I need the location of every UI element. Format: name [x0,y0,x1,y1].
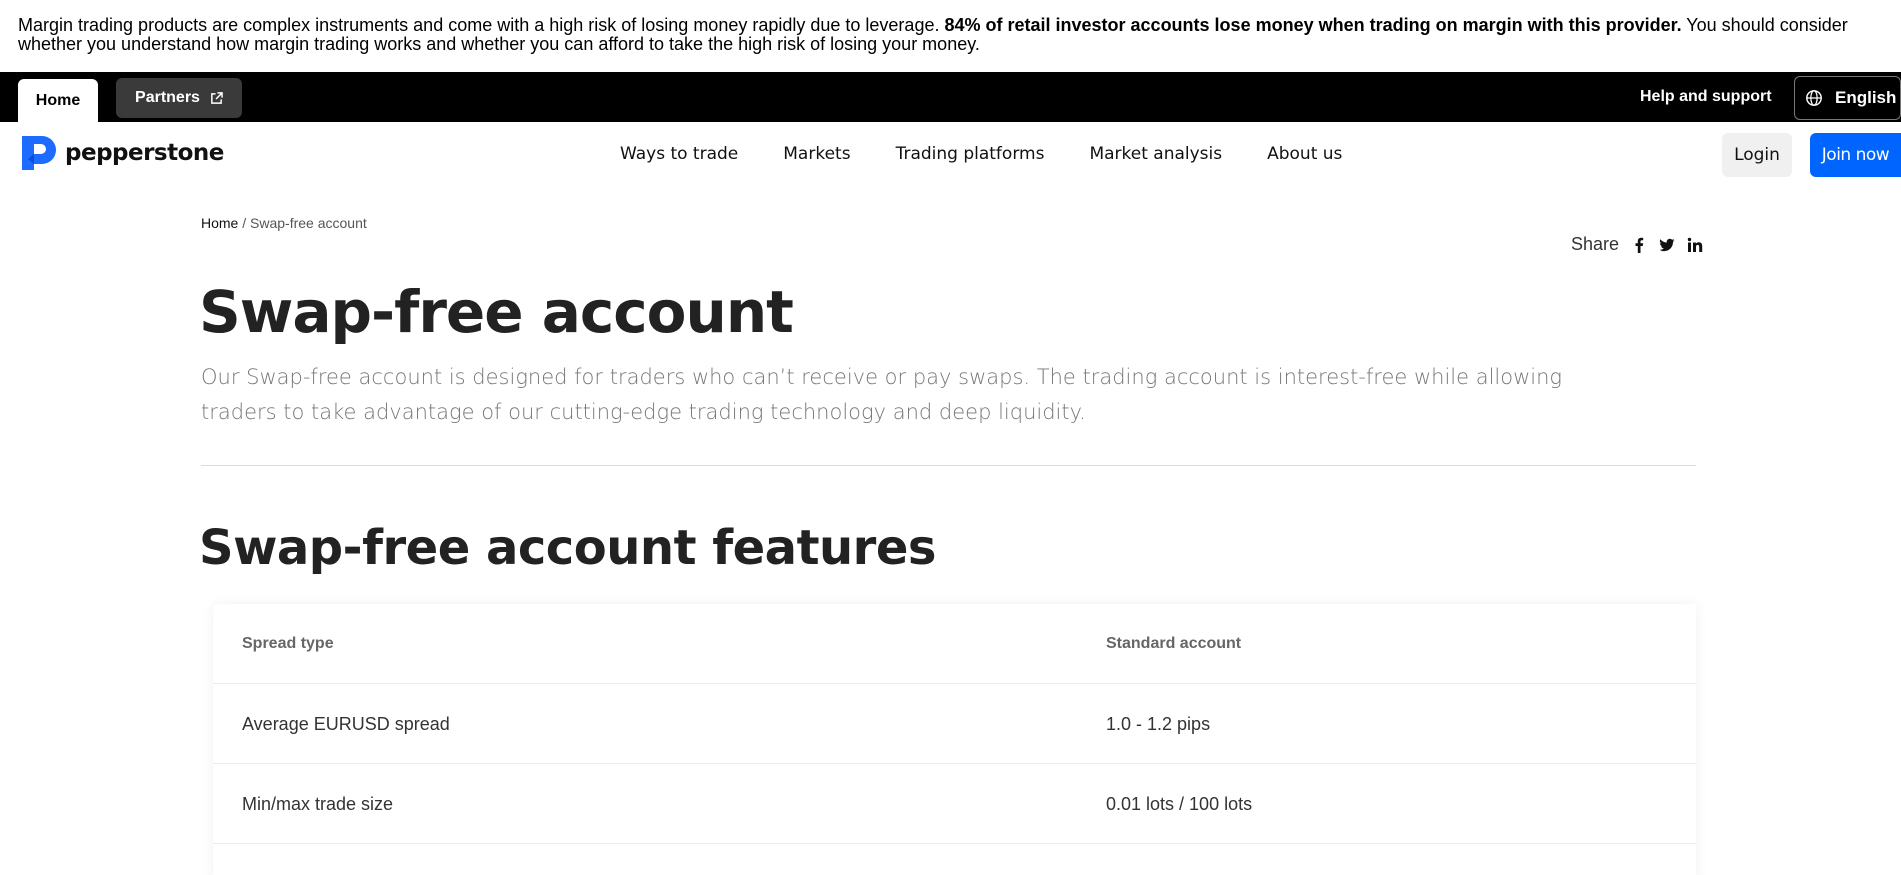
login-button[interactable]: Login [1722,133,1792,177]
table-header-cell: Spread type [242,635,334,652]
risk-text-bold: 84% of retail investor accounts lose mon… [944,15,1682,35]
nav-links: Ways to trade Markets Trading platforms … [620,122,1342,186]
help-label: Help and support [1640,88,1772,105]
globe-icon [1806,90,1822,106]
pepperstone-logo-icon [22,136,56,170]
login-label: Login [1734,145,1780,165]
twitter-icon[interactable] [1659,237,1675,253]
tab-partners[interactable]: Partners [116,78,242,118]
nav-about-us[interactable]: About us [1267,144,1342,164]
table-header-cell: Standard account [1106,635,1242,652]
share-label: Share [1571,234,1620,254]
nav-market-analysis[interactable]: Market analysis [1089,144,1222,164]
intro-paragraph: Our Swap-free account is designed for tr… [201,365,1563,424]
breadcrumb-current: Swap-free account [250,215,367,231]
breadcrumb-separator: / [238,215,251,231]
nav-markets[interactable]: Markets [783,144,850,164]
table-cell: Average EURUSD spread [242,713,450,734]
risk-warning-banner: Margin trading products are complex inst… [0,0,1901,72]
logo-text: pepperstone [65,140,224,166]
share-bar: Share [1571,234,1703,255]
language-label: English [1835,88,1897,107]
join-now-button[interactable]: Join now [1810,133,1901,177]
table-row: Average EURUSD spread 1.0 - 1.2 pips [213,684,1696,764]
table-cell: 1.0 - 1.2 pips [1106,713,1211,734]
features-section-title: Swap-free account features [199,520,936,576]
table-cell: 0.01 lots / 100 lots [1106,793,1253,814]
top-bar: Home Partners Help and support English [0,72,1901,122]
risk-text-before: Margin trading products are complex inst… [18,15,945,35]
breadcrumb: Home / Swap-free account [201,215,367,231]
table-header-row: Spread type Standard account [213,604,1696,684]
language-selector[interactable]: English [1794,76,1901,120]
join-label: Join now [1821,145,1890,165]
table-row: Min/max trade size 0.01 lots / 100 lots [213,764,1696,844]
pepperstone-logo[interactable]: pepperstone [18,134,224,172]
tab-partners-label: Partners [135,89,200,106]
main-navigation: pepperstone Ways to trade Markets Tradin… [0,122,1901,186]
breadcrumb-home[interactable]: Home [201,215,238,231]
nav-ways-to-trade[interactable]: Ways to trade [620,144,738,164]
help-and-support-link[interactable]: Help and support [1640,72,1772,122]
page-title: Swap-free account [199,278,794,346]
table-cell: Min/max trade size [242,793,394,814]
section-divider [201,465,1696,466]
tab-home[interactable]: Home [18,79,98,122]
external-link-icon [211,91,223,104]
nav-trading-platforms[interactable]: Trading platforms [896,144,1045,164]
linkedin-icon[interactable] [1687,237,1703,253]
features-table: Spread type Standard account Average EUR… [213,604,1696,875]
tab-home-label: Home [35,91,81,109]
facebook-icon[interactable] [1631,237,1647,253]
